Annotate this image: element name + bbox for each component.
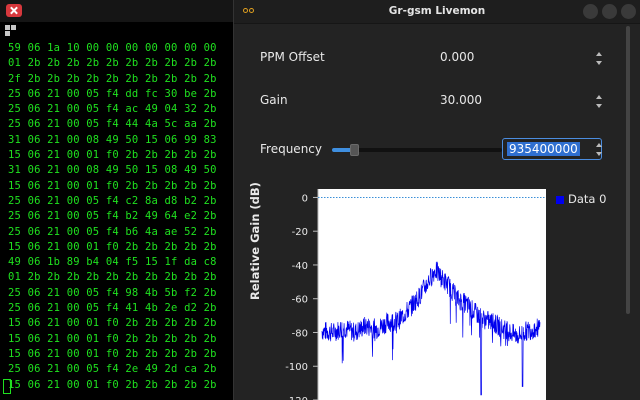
close-button[interactable] xyxy=(621,4,636,19)
chevron-up-icon[interactable] xyxy=(596,95,602,99)
terminal-line: 31 06 21 00 08 49 50 15 06 99 83 xyxy=(8,133,217,146)
terminal-line: 25 06 21 00 05 f4 b6 4a ae 52 2b xyxy=(8,225,217,238)
y-tick-label: -80 xyxy=(292,328,308,339)
frequency-slider[interactable] xyxy=(332,144,502,156)
gain-label: Gain xyxy=(260,93,288,107)
terminal-line: 25 06 21 00 05 f4 dd fc 30 be 2b xyxy=(8,87,217,100)
terminal-line: 25 06 21 00 05 f4 b2 49 64 e2 2b xyxy=(8,210,217,223)
terminal-line: 15 06 21 00 01 f0 2b 2b 2b 2b 2b xyxy=(8,347,217,360)
y-tick-label: -120 xyxy=(285,396,308,400)
maximize-button[interactable] xyxy=(602,4,617,19)
y-tick-label: -60 xyxy=(292,295,308,306)
y-tick-label: -40 xyxy=(292,261,308,272)
terminal-toolbar xyxy=(0,0,234,22)
frequency-label: Frequency xyxy=(260,142,322,156)
terminal-line: 25 06 21 00 05 f4 2e 49 2d ca 2b xyxy=(8,363,217,376)
chevron-down-icon[interactable] xyxy=(596,152,602,156)
terminal-line: 31 06 21 00 08 49 50 15 08 49 50 xyxy=(8,164,217,177)
chevron-up-icon[interactable] xyxy=(596,143,602,147)
terminal-cursor xyxy=(3,379,11,394)
window-title: Gr-gsm Livemon xyxy=(388,5,486,17)
terminal-line: 25 06 21 00 05 f4 44 4a 5c aa 2b xyxy=(8,118,217,131)
chevron-down-icon[interactable] xyxy=(596,104,602,108)
terminal-line: 2f 2b 2b 2b 2b 2b 2b 2b 2b 2b 2b xyxy=(8,72,217,85)
ppm-offset-stepper[interactable] xyxy=(596,51,604,67)
terminal-line: 25 06 21 00 05 f4 ac 49 04 32 2b xyxy=(8,103,217,116)
terminal-line: 01 2b 2b 2b 2b 2b 2b 2b 2b 2b 2b xyxy=(8,271,217,284)
frequency-stepper[interactable] xyxy=(596,142,604,158)
frequency-value: 935400000 xyxy=(507,142,580,156)
spectrum-plot: 0 -20 -40 -60 -80 -100 -120 xyxy=(285,189,546,400)
legend-label: Data 0 xyxy=(568,192,607,206)
terminal-line: 25 06 21 00 05 f4 c2 8a d8 b2 2b xyxy=(8,194,217,207)
legend-swatch[interactable] xyxy=(556,196,564,204)
terminal-line: 49 06 1b 89 b4 04 f5 15 1f da c8 xyxy=(8,256,217,269)
gain-input[interactable]: 30.000 xyxy=(440,93,482,107)
ppm-offset-input[interactable]: 0.000 xyxy=(440,50,474,64)
plot-area xyxy=(318,189,546,400)
terminal-output: 59 06 1a 10 00 00 00 00 00 00 00 01 2b 2b… xyxy=(8,41,217,393)
terminal-line: 15 06 21 00 01 f0 2b 2b 2b 2b 2b xyxy=(8,149,217,162)
menu-icon[interactable] xyxy=(5,25,16,36)
livemon-window: Gr-gsm Livemon PPM Offset 0.000 Gain 30.… xyxy=(234,0,640,400)
minimize-button[interactable] xyxy=(583,4,598,19)
terminal-line: 15 06 21 00 01 f0 2b 2b 2b 2b 2b xyxy=(8,317,217,330)
y-tick-label: 0 xyxy=(302,193,308,204)
terminal-line: 01 2b 2b 2b 2b 2b 2b 2b 2b 2b 2b xyxy=(8,57,217,70)
terminal-line: 15 06 21 00 01 f0 2b 2b 2b 2b 2b xyxy=(8,240,217,253)
slider-handle[interactable] xyxy=(349,144,359,156)
y-tick-label: -20 xyxy=(292,227,308,238)
y-tick-label: -100 xyxy=(285,362,308,373)
terminal-window[interactable]: 59 06 1a 10 00 00 00 00 00 00 00 01 2b 2b… xyxy=(0,0,234,400)
terminal-line: 25 06 21 00 05 f4 98 4b 5b f2 2b xyxy=(8,286,217,299)
frequency-input[interactable]: 935400000 xyxy=(502,138,602,160)
terminal-line: 25 06 21 00 05 f4 41 4b 2e d2 2b xyxy=(8,302,217,315)
terminal-line: 15 06 21 00 01 f0 2b 2b 2b 2b 2b xyxy=(8,179,217,192)
terminal-line: 15 06 21 00 01 f0 2b 2b 2b 2b 2b xyxy=(8,332,217,345)
terminal-line: 59 06 1a 10 00 00 00 00 00 00 00 xyxy=(8,42,217,54)
ppm-offset-label: PPM Offset xyxy=(260,50,325,64)
gain-stepper[interactable] xyxy=(596,94,604,110)
title-bar[interactable]: Gr-gsm Livemon xyxy=(234,0,640,24)
terminal-line: 15 06 21 00 01 f0 2b 2b 2b 2b 2b xyxy=(8,378,217,391)
chevron-up-icon[interactable] xyxy=(596,52,602,56)
chevron-down-icon[interactable] xyxy=(596,61,602,65)
close-icon[interactable] xyxy=(6,4,22,17)
